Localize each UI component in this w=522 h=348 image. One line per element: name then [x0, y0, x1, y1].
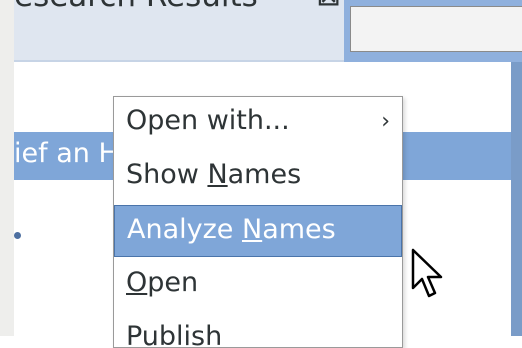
chevron-right-icon: ›	[381, 109, 390, 134]
close-icon[interactable]: ⊠	[316, 0, 341, 13]
menu-item-open[interactable]: Open	[114, 259, 402, 311]
mouse-pointer-icon	[411, 248, 443, 298]
menu-item-open-with[interactable]: Open with... ›	[114, 97, 402, 149]
menu-item-label: Publish	[126, 321, 223, 348]
bullet-icon	[14, 232, 21, 239]
window-left-margin	[0, 0, 14, 336]
menu-item-label: Analyze Names	[127, 214, 336, 245]
accelerator-key: N	[241, 214, 263, 245]
toolbar-area	[344, 0, 522, 62]
menu-item-label: Open with...	[126, 105, 290, 136]
tab-title: esearch Results	[14, 0, 258, 14]
menu-item-analyze-names[interactable]: Analyze Names	[114, 205, 402, 257]
accelerator-key: O	[126, 267, 148, 298]
panel-right-edge	[511, 62, 522, 336]
accelerator-key: N	[207, 159, 228, 190]
tab-search-results[interactable]: esearch Results ⊠	[14, 0, 345, 60]
context-menu: Open with... › Show Names Analyze Names …	[113, 96, 403, 348]
menu-item-label: Show Names	[126, 159, 302, 190]
menu-item-label: Open	[126, 267, 199, 298]
toolbar-search-field[interactable]	[350, 6, 522, 52]
menu-item-show-names[interactable]: Show Names	[114, 151, 402, 203]
menu-item-publish[interactable]: Publish	[114, 313, 402, 348]
